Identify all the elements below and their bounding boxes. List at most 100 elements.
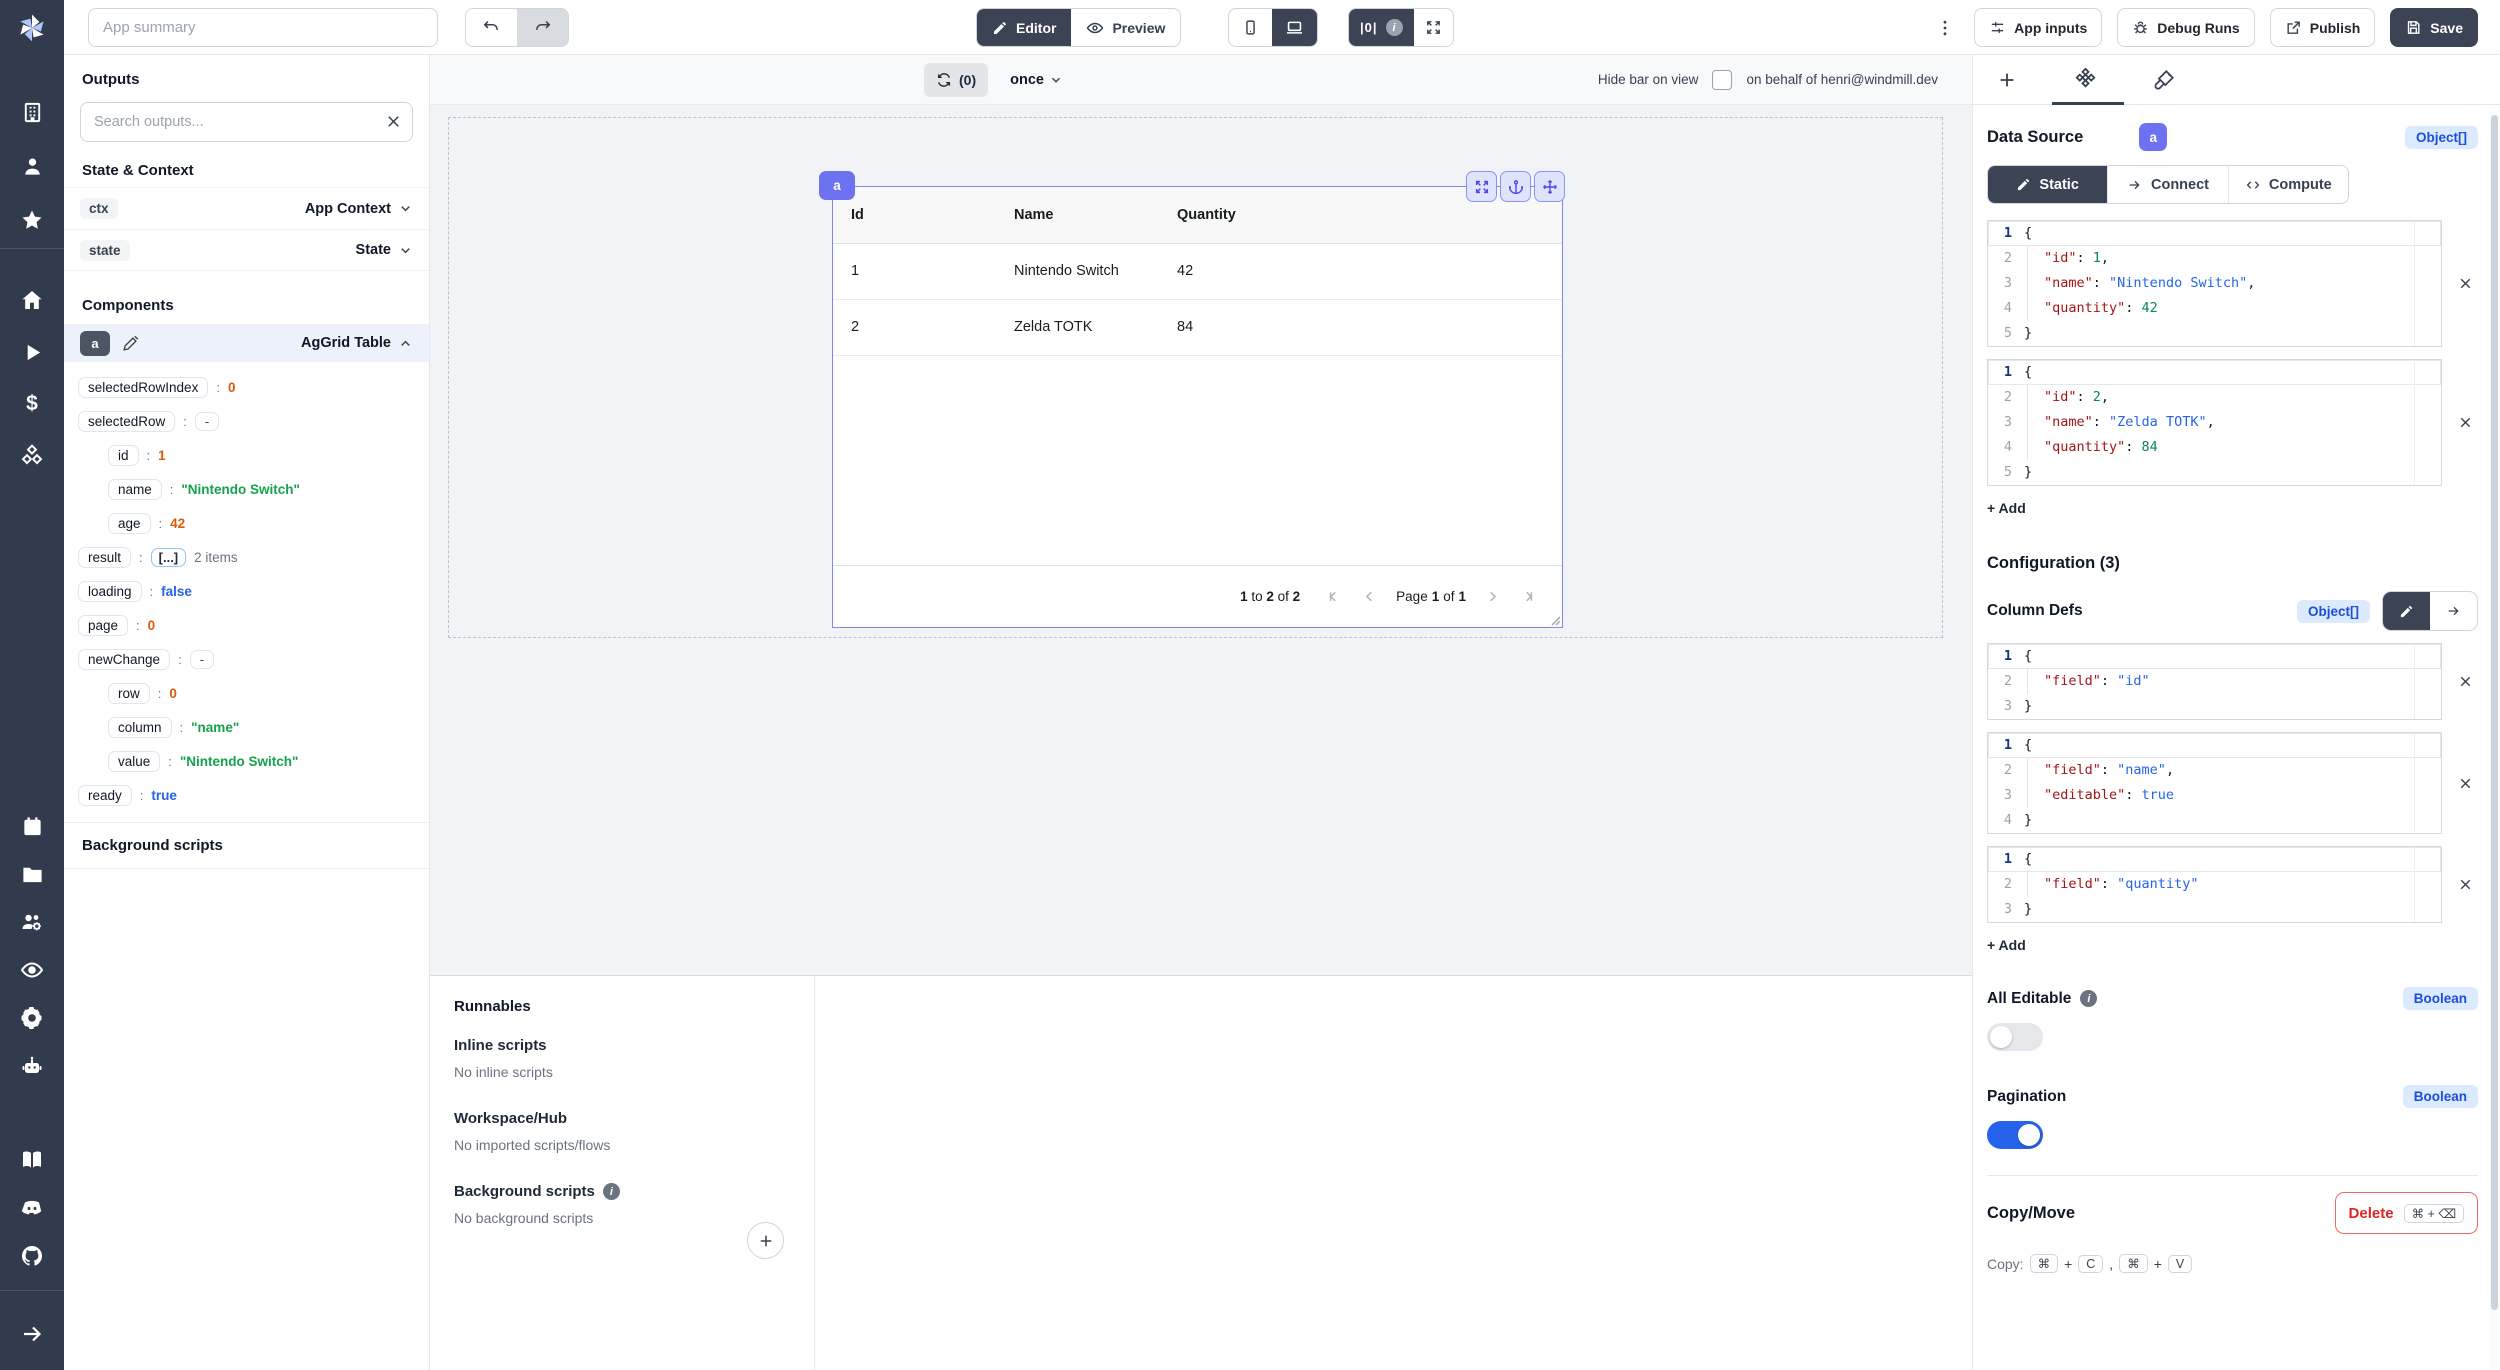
windmill-logo-icon[interactable]: [0, 8, 64, 48]
code-line[interactable]: 1{: [1988, 221, 2441, 246]
compute-tab[interactable]: Compute: [2228, 166, 2348, 203]
ai-robot-icon[interactable]: [0, 1046, 64, 1086]
add-column-def-button[interactable]: + Add: [1987, 937, 2026, 953]
output-row-name[interactable]: name:"Nintendo Switch": [64, 472, 429, 506]
table-cell[interactable]: 2: [833, 299, 996, 355]
undo-button[interactable]: [466, 9, 517, 46]
code-line[interactable]: 1{: [1988, 644, 2441, 669]
collapse-arrow-icon[interactable]: [0, 1314, 64, 1354]
component-settings-tab-icon[interactable]: [2074, 68, 2097, 91]
component-id-tag[interactable]: a: [819, 171, 855, 200]
json-editor[interactable]: 1{2"field": "quantity"3}: [1987, 846, 2442, 923]
table-cell[interactable]: 84: [1159, 299, 1562, 355]
discord-icon[interactable]: [0, 1188, 64, 1228]
all-editable-toggle[interactable]: [1987, 1023, 2043, 1051]
docs-book-icon[interactable]: [0, 1140, 64, 1180]
delete-component-button[interactable]: Delete ⌘ + ⌫: [2335, 1192, 2478, 1234]
output-row-value[interactable]: value:"Nintendo Switch": [64, 744, 429, 778]
output-row-ready[interactable]: ready:true: [64, 778, 429, 812]
component-aggrid-row[interactable]: a AgGrid Table: [64, 324, 429, 362]
static-edit-button[interactable]: [2383, 592, 2430, 630]
debug-runs-button[interactable]: Debug Runs: [2117, 8, 2254, 47]
last-page-icon[interactable]: [1519, 588, 1536, 605]
prev-page-icon[interactable]: [1361, 588, 1378, 605]
mobile-view-button[interactable]: [1229, 9, 1272, 46]
insert-component-tab-icon[interactable]: [1996, 69, 2018, 91]
code-line[interactable]: 4"quantity": 84: [1988, 435, 2441, 460]
clear-search-icon[interactable]: [384, 112, 403, 131]
move-component-button[interactable]: [1534, 171, 1565, 202]
hide-bar-checkbox[interactable]: [1712, 70, 1732, 90]
static-tab[interactable]: Static: [1988, 166, 2107, 203]
publish-button[interactable]: Publish: [2270, 8, 2376, 47]
scrollbar-track[interactable]: [2490, 110, 2499, 1368]
remove-item-icon[interactable]: [2452, 775, 2478, 792]
app-inputs-button[interactable]: App inputs: [1974, 8, 2102, 47]
json-editor[interactable]: 1{2"field": "id"3}: [1987, 643, 2442, 720]
app-summary-input[interactable]: [88, 8, 438, 47]
runs-play-icon[interactable]: [0, 332, 64, 372]
code-line[interactable]: 3}: [1988, 897, 2441, 922]
bounds-toggle-button[interactable]: |0| i: [1349, 9, 1414, 46]
resources-cubes-icon[interactable]: [0, 436, 64, 476]
redo-button[interactable]: [517, 9, 568, 46]
code-line[interactable]: 1{: [1988, 847, 2441, 872]
state-row[interactable]: state State: [64, 229, 429, 271]
folders-icon[interactable]: [0, 854, 64, 894]
output-row-row[interactable]: row:0: [64, 676, 429, 710]
output-row-selectedRow[interactable]: selectedRow:-: [64, 404, 429, 438]
code-line[interactable]: 3"editable": true: [1988, 783, 2441, 808]
expand-component-button[interactable]: [1466, 171, 1497, 202]
column-header-id[interactable]: Id: [833, 187, 996, 243]
ctx-row[interactable]: ctx App Context: [64, 187, 429, 229]
first-page-icon[interactable]: [1326, 588, 1343, 605]
desktop-view-button[interactable]: [1272, 9, 1317, 46]
remove-item-icon[interactable]: [2452, 414, 2478, 431]
output-row-age[interactable]: age:42: [64, 506, 429, 540]
code-line[interactable]: 2"id": 2,: [1988, 385, 2441, 410]
save-button[interactable]: Save: [2390, 8, 2478, 47]
workers-groups-icon[interactable]: [0, 902, 64, 942]
table-cell[interactable]: 42: [1159, 243, 1562, 299]
home-icon[interactable]: [0, 280, 64, 320]
variables-dollar-icon[interactable]: $: [0, 384, 64, 424]
output-row-page[interactable]: page:0: [64, 608, 429, 642]
editor-tab[interactable]: Editor: [977, 9, 1071, 46]
rename-pencil-icon[interactable]: [122, 334, 140, 352]
boolean-badge[interactable]: Boolean: [2403, 1085, 2478, 1108]
code-line[interactable]: 4}: [1988, 808, 2441, 833]
add-background-script-button[interactable]: [747, 1222, 784, 1259]
table-row[interactable]: 1Nintendo Switch42: [833, 243, 1562, 299]
table-cell[interactable]: Nintendo Switch: [996, 243, 1159, 299]
scrollbar-thumb[interactable]: [2491, 115, 2498, 1310]
preview-tab[interactable]: Preview: [1071, 9, 1180, 46]
styling-brush-tab-icon[interactable]: [2153, 69, 2175, 91]
json-editor[interactable]: 1{2"id": 1,3"name": "Nintendo Switch",4"…: [1987, 220, 2442, 347]
code-line[interactable]: 3"name": "Zelda TOTK",: [1988, 410, 2441, 435]
output-row-column[interactable]: column:"name": [64, 710, 429, 744]
refresh-count-button[interactable]: (0): [924, 63, 988, 97]
next-page-icon[interactable]: [1484, 588, 1501, 605]
code-line[interactable]: 2"id": 1,: [1988, 246, 2441, 271]
schedules-calendar-icon[interactable]: [0, 806, 64, 846]
table-row[interactable]: 2Zelda TOTK84: [833, 299, 1562, 355]
remove-item-icon[interactable]: [2452, 876, 2478, 893]
code-line[interactable]: 1{: [1988, 360, 2441, 385]
output-row-result[interactable]: result:[...]2 items: [64, 540, 429, 574]
workspace-icon[interactable]: [0, 92, 64, 132]
output-row-id[interactable]: id:1: [64, 438, 429, 472]
json-editor[interactable]: 1{2"id": 2,3"name": "Zelda TOTK",4"quant…: [1987, 359, 2442, 486]
anchor-component-button[interactable]: [1500, 171, 1531, 202]
code-line[interactable]: 5}: [1988, 460, 2441, 485]
settings-gear-icon[interactable]: [0, 998, 64, 1038]
type-badge[interactable]: Object[]: [2405, 126, 2478, 149]
pagination-toggle[interactable]: [1987, 1121, 2043, 1149]
code-line[interactable]: 5}: [1988, 321, 2441, 346]
code-line[interactable]: 3"name": "Nintendo Switch",: [1988, 271, 2441, 296]
add-data-source-item-button[interactable]: + Add: [1987, 500, 2026, 516]
favorites-star-icon[interactable]: [0, 200, 64, 240]
json-editor[interactable]: 1{2"field": "name",3"editable": true4}: [1987, 732, 2442, 834]
connect-edit-button[interactable]: [2430, 592, 2477, 630]
output-row-newChange[interactable]: newChange:-: [64, 642, 429, 676]
schedule-dropdown[interactable]: once: [1010, 72, 1063, 88]
